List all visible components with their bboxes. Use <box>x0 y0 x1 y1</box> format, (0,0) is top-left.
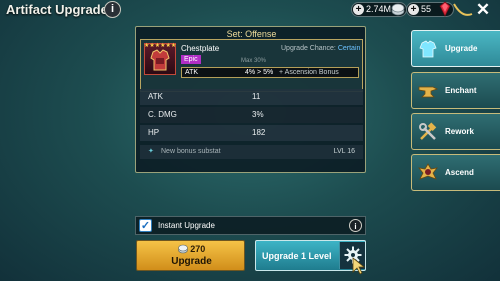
substat-name: C. DMG <box>148 110 177 119</box>
upgrade-button-label: Upgrade <box>171 256 212 267</box>
anvil-icon <box>418 86 438 98</box>
red-gem-icon <box>439 1 451 17</box>
silver-amount: 2.74M <box>366 4 392 14</box>
upgrade-cost-value: 270 <box>190 244 206 254</box>
bonus-substat-level: LVL 16 <box>333 148 355 155</box>
substat-row: ATK 11 <box>140 89 363 105</box>
rarity-badge: Epic <box>181 55 201 64</box>
add-gems-button[interactable]: + <box>408 4 419 15</box>
upgrade-chance: Upgrade Chance: Certain <box>281 45 360 52</box>
info-icon[interactable]: i <box>104 1 121 18</box>
main-stat-change: 4% > 5% <box>245 69 274 76</box>
upgrade-cost: 270 <box>137 244 246 254</box>
gem-amount: 55 <box>421 4 432 14</box>
silver-coin-icon <box>177 244 188 254</box>
set-title: Set: Offense <box>226 29 277 39</box>
substat-row: HP 182 <box>140 125 363 141</box>
decorative-hook-icon <box>453 3 473 16</box>
tab-label: Enchant <box>445 86 477 95</box>
new-bonus-substat-row: ✦ New bonus substat LVL 16 <box>140 145 363 159</box>
artifact-name: Chestplate <box>181 44 220 53</box>
tab-enchant[interactable]: Enchant <box>411 72 500 109</box>
gem-counter[interactable]: + 55 <box>406 1 454 17</box>
chestplate-icon <box>419 40 437 58</box>
substat-name: ATK <box>148 92 163 101</box>
tab-label: Upgrade <box>445 44 478 53</box>
upgrade-chance-label: Upgrade Chance: <box>281 45 336 52</box>
tab-ascend[interactable]: Ascend <box>411 154 500 191</box>
add-silver-button[interactable]: + <box>353 4 364 15</box>
sparkle-icon: ✦ <box>148 148 154 155</box>
upgrade-1-level-label: Upgrade 1 Level <box>262 251 332 261</box>
substat-value: 182 <box>252 128 266 137</box>
tab-rework[interactable]: Rework <box>411 113 500 150</box>
tab-label: Ascend <box>445 168 474 177</box>
substat-name: HP <box>148 128 160 137</box>
hammer-wrench-icon <box>419 122 437 140</box>
artifact-panel: Set: Offense ★★★★★★ Chestplate Epic Upgr… <box>135 26 366 173</box>
instant-upgrade-label: Instant Upgrade <box>158 221 215 230</box>
close-button[interactable]: ✕ <box>472 0 494 20</box>
substat-value: 11 <box>252 92 261 101</box>
instant-upgrade-row: ✓ Instant Upgrade i <box>135 216 366 235</box>
upgrade-chance-value: Certain <box>337 45 361 52</box>
tab-label: Rework <box>445 127 474 136</box>
main-stat-name: ATK <box>185 69 199 76</box>
mouse-cursor-icon <box>352 257 366 275</box>
tab-upgrade[interactable]: Upgrade <box>411 30 500 67</box>
silver-coin-icon <box>391 3 405 16</box>
artifact-card: ★★★★★★ Chestplate Epic Upgrade Chance: C… <box>140 39 363 92</box>
ascension-bonus: + Ascension Bonus <box>279 69 339 76</box>
instant-upgrade-info-icon[interactable]: i <box>349 219 362 232</box>
substat-value: 3% <box>252 110 264 119</box>
max-label: Max 30% <box>241 58 267 64</box>
silver-counter[interactable]: + 2.74M <box>351 2 407 17</box>
instant-upgrade-checkbox[interactable]: ✓ <box>139 219 152 232</box>
bonus-substat-text: New bonus substat <box>161 148 221 155</box>
main-stat-row: ATK 4% > 5% + Ascension Bonus <box>181 67 359 78</box>
substat-row: C. DMG 3% <box>140 107 363 123</box>
star-rating: ★★★★★★ <box>144 43 177 49</box>
page-title: Artifact Upgrade <box>6 2 108 17</box>
ascend-crest-icon <box>418 163 438 180</box>
upgrade-button[interactable]: 270 Upgrade <box>136 240 245 271</box>
